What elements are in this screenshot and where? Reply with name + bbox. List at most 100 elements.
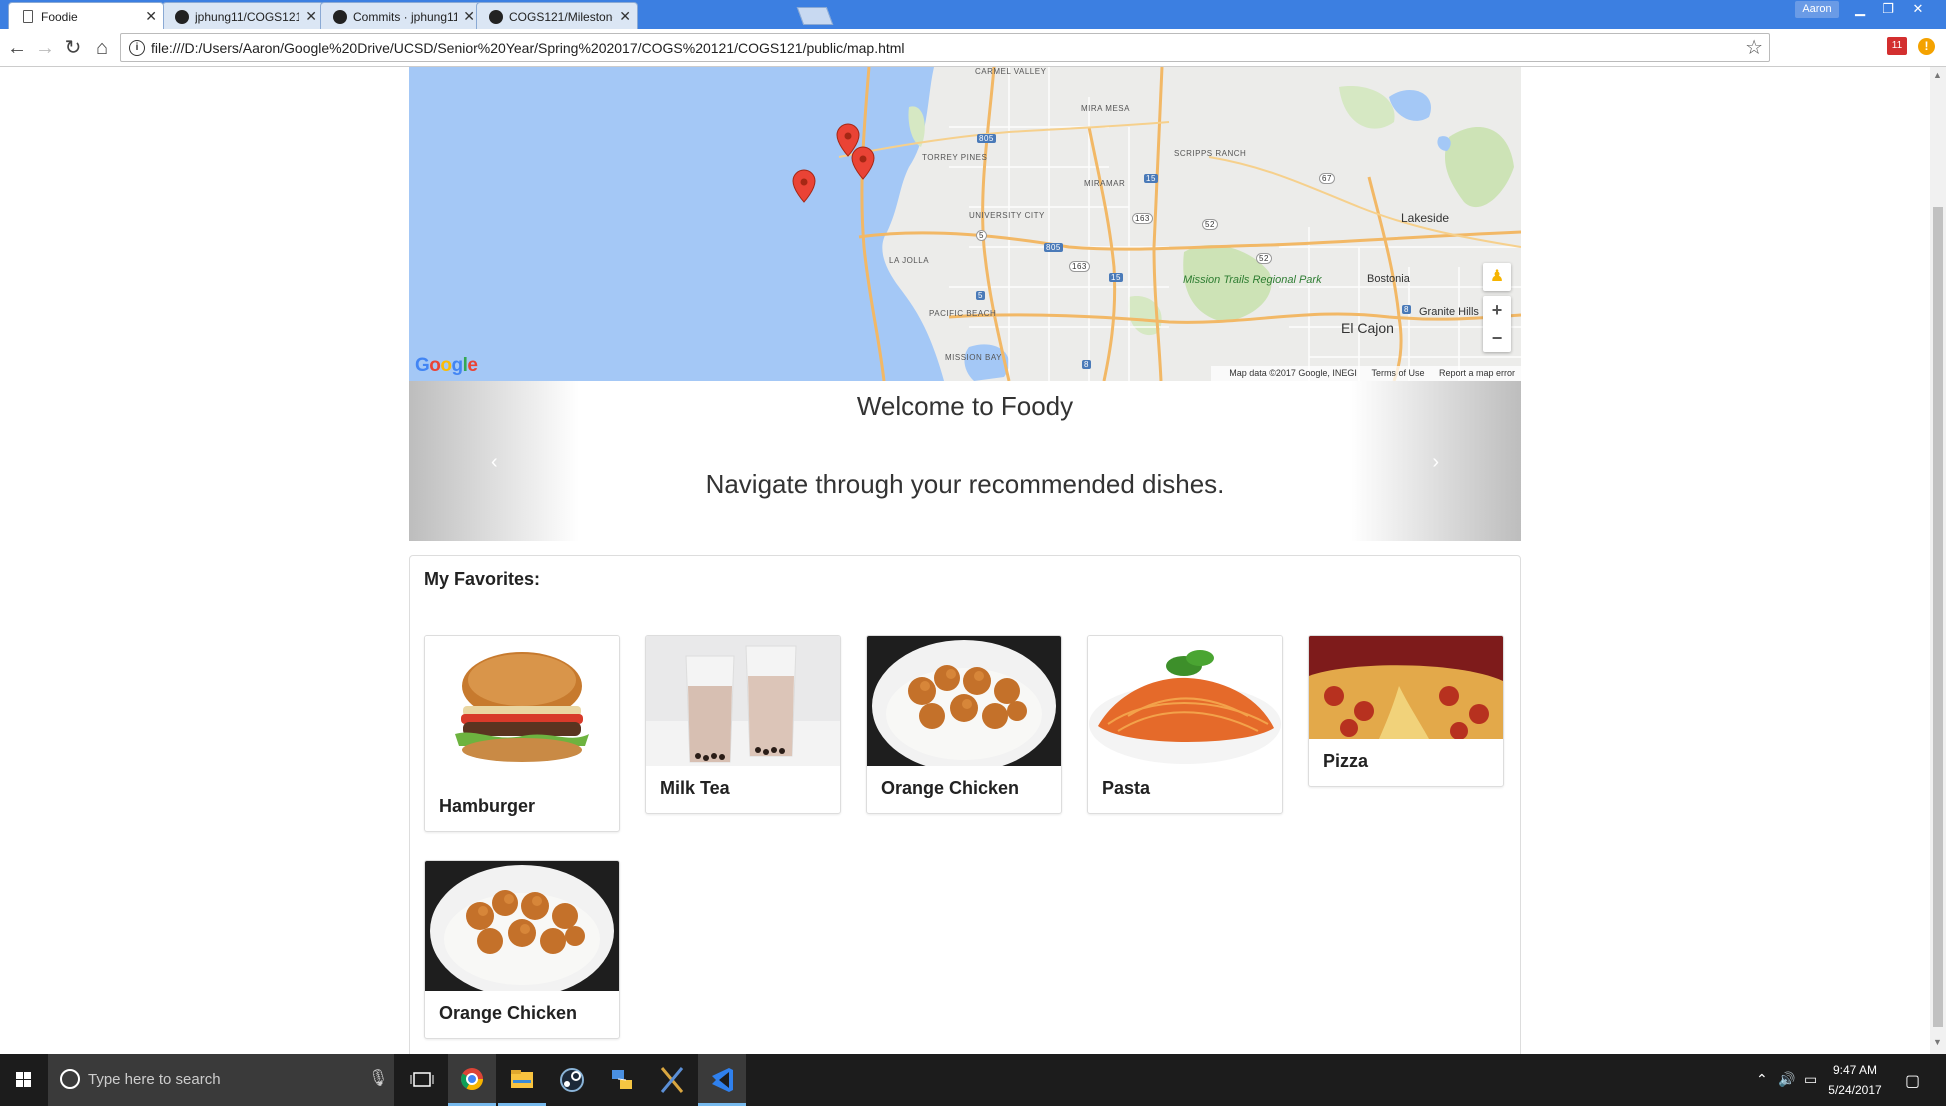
route-shield: 52: [1202, 219, 1218, 230]
clock-time: 9:47 AM: [1832, 1063, 1878, 1077]
info-icon[interactable]: i: [129, 40, 145, 56]
reload-icon[interactable]: ↻: [60, 37, 86, 59]
route-shield: 67: [1319, 173, 1335, 184]
github-icon: [489, 10, 503, 24]
map-label: PACIFIC BEACH: [929, 309, 997, 318]
map-label: TORREY PINES: [922, 153, 988, 162]
start-button[interactable]: [0, 1054, 48, 1106]
food-image-pasta: [1088, 636, 1282, 766]
extension-icon[interactable]: 11: [1887, 37, 1907, 55]
url-text[interactable]: file:///D:/Users/Aaron/Google%20Drive/UC…: [151, 40, 905, 56]
tab-title: COGS121/Milestone13.m: [509, 10, 613, 24]
close-icon[interactable]: ✕: [619, 8, 631, 25]
favorites-heading: My Favorites:: [424, 569, 541, 589]
minimize-icon[interactable]: ▁: [1846, 0, 1874, 18]
browser-tab-bar: Foodie ✕ jphung11/COGS121 ✕ Commits · jp…: [0, 0, 1946, 29]
forward-icon[interactable]: →: [32, 37, 58, 59]
show-hidden-icons-icon[interactable]: ⌃: [1756, 1071, 1768, 1088]
google-logo: Google: [415, 355, 478, 376]
map-label: UNIVERSITY CITY: [969, 211, 1045, 220]
network-icon[interactable]: ▭: [1804, 1071, 1817, 1088]
home-icon[interactable]: ⌂: [89, 37, 115, 59]
scroll-up-icon[interactable]: ▲: [1933, 70, 1942, 80]
food-image-hamburger: [425, 636, 619, 784]
system-clock[interactable]: 9:47 AM 5/24/2017: [1820, 1060, 1890, 1100]
food-card-milk-tea[interactable]: Milk Tea: [645, 635, 841, 814]
map-label: CARMEL VALLEY: [975, 67, 1047, 76]
browser-toolbar: ← → ↻ ⌂ i file:///D:/Users/Aaron/Google%…: [0, 29, 1946, 67]
zoom-out-button[interactable]: −: [1483, 324, 1511, 352]
page-icon: [23, 10, 33, 23]
food-image-milk-tea: [646, 636, 840, 766]
map-data-credit: Map data ©2017 Google, INEGI: [1229, 368, 1357, 378]
food-image-pizza: [1309, 636, 1503, 739]
route-shield: 805: [1044, 243, 1063, 252]
pegman-icon[interactable]: ♟: [1483, 263, 1511, 291]
tab-github-milestone[interactable]: COGS121/Milestone13.m ✕: [476, 2, 638, 29]
volume-icon[interactable]: 🔊: [1778, 1071, 1795, 1088]
close-icon[interactable]: ✕: [305, 8, 317, 25]
vscode-icon[interactable]: [698, 1054, 746, 1106]
task-view-icon[interactable]: [398, 1054, 446, 1106]
restore-icon[interactable]: ❐: [1874, 0, 1902, 18]
github-icon: [175, 10, 189, 24]
tools-app-icon[interactable]: [648, 1054, 696, 1106]
page-viewport: CARMEL VALLEY MIRA MESA TORREY PINES SCR…: [0, 67, 1930, 1054]
map-attribution: Map data ©2017 Google, INEGI Terms of Us…: [1211, 366, 1521, 381]
close-icon[interactable]: ✕: [145, 8, 157, 25]
github-icon: [333, 10, 347, 24]
scroll-down-icon[interactable]: ▼: [1933, 1037, 1942, 1047]
page-scrollbar[interactable]: ▲ ▼: [1930, 67, 1946, 1054]
zoom-control: + −: [1483, 296, 1511, 352]
food-card-hamburger[interactable]: Hamburger: [424, 635, 620, 832]
carousel-title: Welcome to Foody: [856, 391, 1074, 421]
tab-title: jphung11/COGS121: [195, 10, 299, 24]
close-icon[interactable]: ✕: [463, 8, 475, 25]
microphone-icon[interactable]: 🎙: [368, 1068, 388, 1088]
chrome-icon[interactable]: [448, 1054, 496, 1106]
map-label: El Cajon: [1341, 320, 1394, 336]
food-card-orange-chicken[interactable]: Orange Chicken: [424, 860, 620, 1039]
tab-foodie[interactable]: Foodie ✕: [8, 2, 164, 29]
food-image-orange-chicken: [425, 861, 619, 991]
map-label: MISSION BAY: [945, 353, 1002, 362]
food-label: Orange Chicken: [881, 778, 1020, 798]
back-icon[interactable]: ←: [4, 37, 30, 59]
tab-title: Commits · jphung11/CO: [353, 10, 457, 24]
food-card-orange-chicken[interactable]: Orange Chicken: [866, 635, 1062, 814]
food-label: Orange Chicken: [439, 1003, 578, 1023]
route-shield: 8: [1082, 360, 1091, 369]
windows-taskbar: Type here to search 🎙 ⌃ 🔊 ▭ 9:47 AM 5/24…: [0, 1054, 1946, 1106]
food-card-pasta[interactable]: Pasta: [1087, 635, 1283, 814]
warning-icon[interactable]: !: [1918, 38, 1935, 55]
report-error-link[interactable]: Report a map error: [1439, 368, 1515, 378]
map-label: Bostonia: [1367, 273, 1410, 285]
food-label: Pasta: [1102, 778, 1151, 798]
network-app-icon[interactable]: [598, 1054, 646, 1106]
action-center-icon[interactable]: ▢: [1905, 1071, 1920, 1091]
scroll-thumb[interactable]: [1933, 207, 1943, 1027]
new-tab-button[interactable]: [796, 7, 834, 25]
address-bar[interactable]: i file:///D:/Users/Aaron/Google%20Drive/…: [120, 33, 1770, 62]
star-icon[interactable]: ☆: [1745, 35, 1763, 60]
taskbar-search[interactable]: Type here to search 🎙: [48, 1054, 394, 1106]
food-label: Hamburger: [439, 796, 536, 816]
terms-of-use-link[interactable]: Terms of Use: [1371, 368, 1424, 378]
carousel-subtitle: Navigate through your recommended dishes…: [705, 469, 1225, 499]
cortana-icon: [60, 1069, 80, 1089]
food-card-pizza[interactable]: Pizza: [1308, 635, 1504, 787]
map[interactable]: CARMEL VALLEY MIRA MESA TORREY PINES SCR…: [409, 67, 1521, 381]
zoom-in-button[interactable]: +: [1483, 296, 1511, 324]
food-label: Pizza: [1323, 751, 1369, 771]
search-placeholder[interactable]: Type here to search: [88, 1071, 221, 1088]
profile-button[interactable]: Aaron: [1795, 1, 1839, 18]
close-window-icon[interactable]: ✕: [1904, 0, 1932, 18]
steam-icon[interactable]: [548, 1054, 596, 1106]
file-explorer-icon[interactable]: [498, 1054, 546, 1106]
tab-github-repo[interactable]: jphung11/COGS121 ✕: [162, 2, 324, 29]
route-shield: 5: [976, 291, 985, 300]
tab-github-commits[interactable]: Commits · jphung11/CO ✕: [320, 2, 482, 29]
route-shield: 15: [1109, 273, 1123, 282]
map-label: LA JOLLA: [889, 256, 930, 265]
carousel: ‹ › Welcome to Foody Navigate through yo…: [409, 381, 1521, 541]
